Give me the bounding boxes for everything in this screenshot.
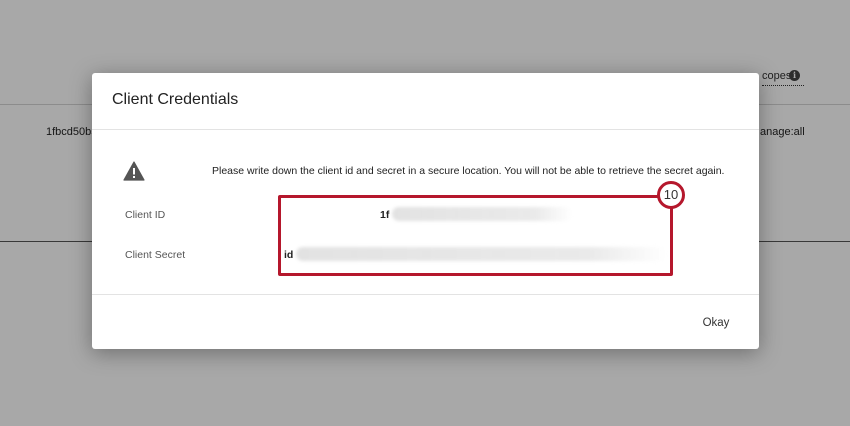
client-id-label: Client ID bbox=[125, 209, 166, 221]
client-credentials-dialog: Client Credentials Please write down the… bbox=[92, 73, 759, 349]
dialog-footer-divider bbox=[92, 294, 759, 295]
dialog-title: Client Credentials bbox=[112, 91, 239, 108]
annotation-highlight-box bbox=[278, 195, 673, 276]
client-secret-label: Client Secret bbox=[125, 249, 186, 261]
warning-message: Please write down the client id and secr… bbox=[212, 165, 725, 177]
okay-button[interactable]: Okay bbox=[690, 311, 742, 335]
annotation-step-badge: 10 bbox=[657, 181, 685, 209]
warning-icon bbox=[123, 161, 145, 181]
dialog-header-divider bbox=[92, 129, 759, 130]
